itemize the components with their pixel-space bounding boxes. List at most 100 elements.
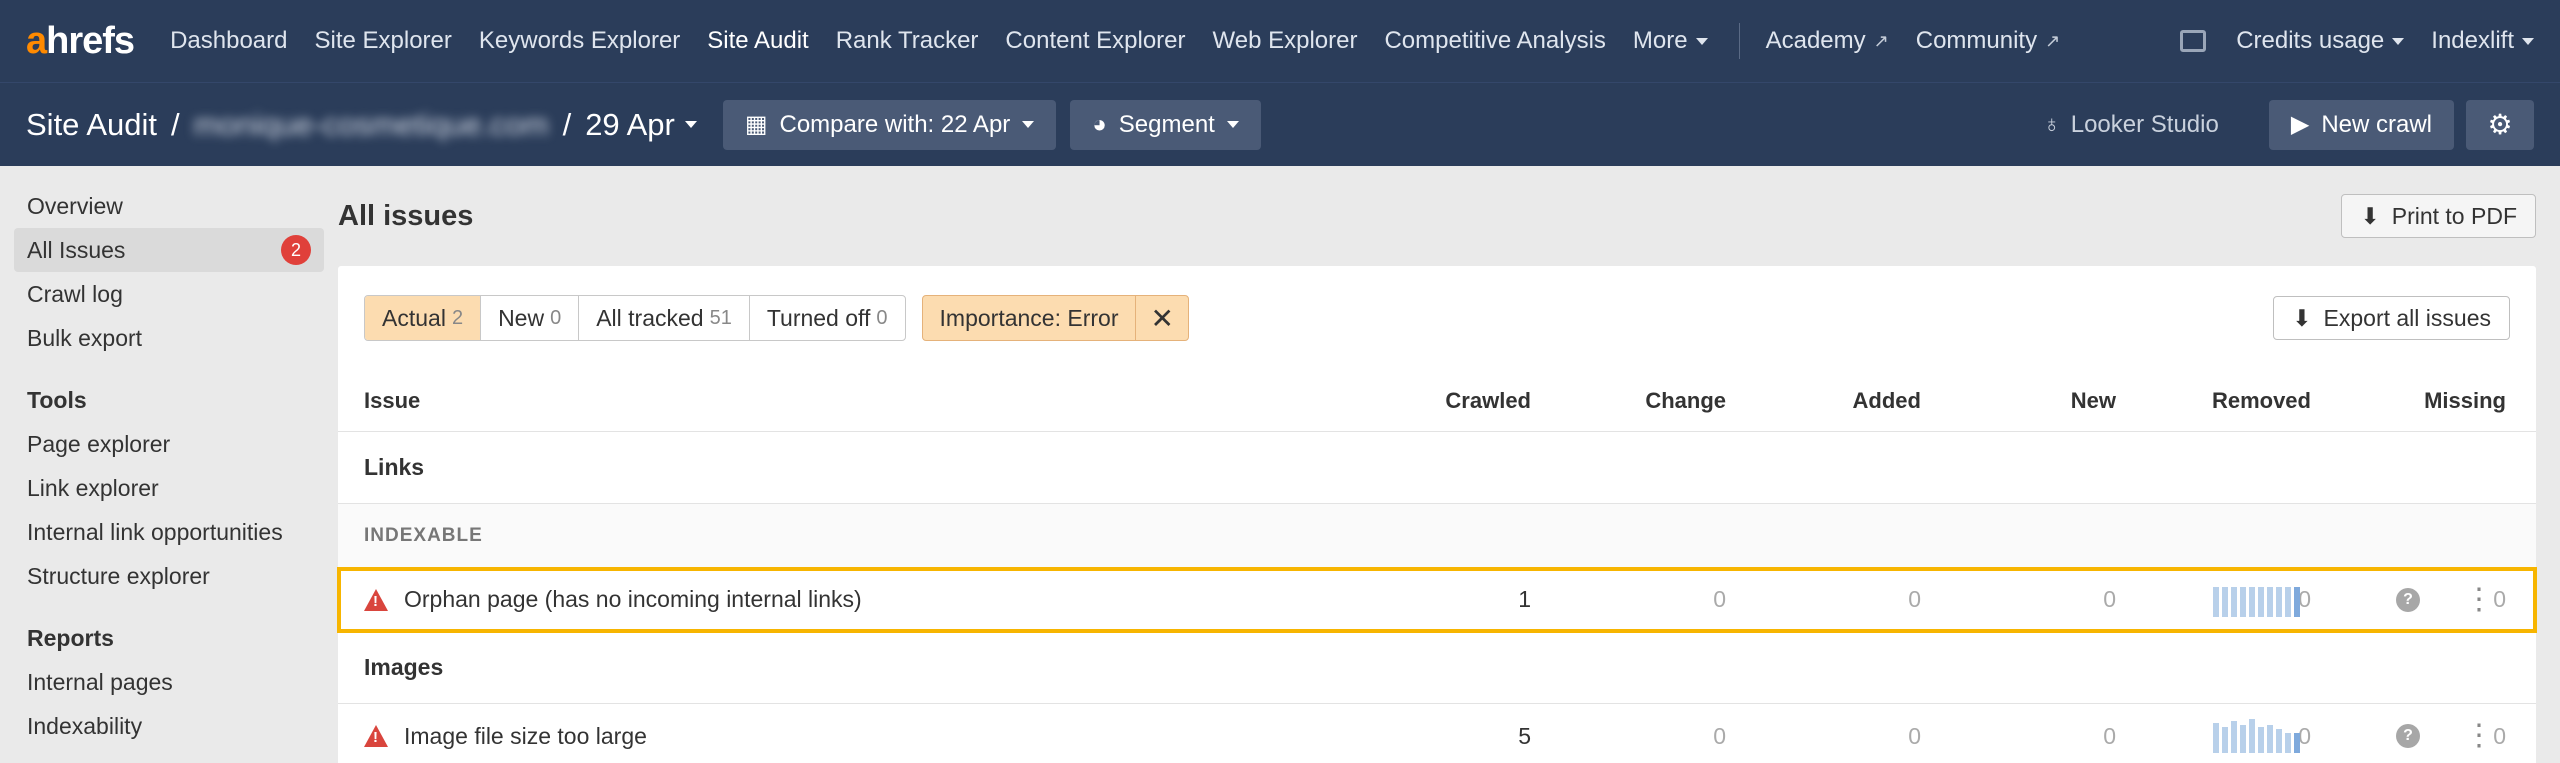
print-to-pdf-label: Print to PDF	[2391, 202, 2517, 229]
sidebar-item-overview[interactable]: Overview	[14, 184, 324, 228]
added-value: 0	[1908, 722, 1921, 749]
play-icon: ▶	[2290, 111, 2310, 138]
sidebar-item-crawl-log[interactable]: Crawl log	[14, 272, 324, 316]
nav-rank-tracker[interactable]: Rank Tracker	[836, 27, 979, 55]
crawled-value[interactable]: 5	[1178, 723, 1531, 750]
nav-content-explorer[interactable]: Content Explorer	[1005, 27, 1185, 55]
sidebar-item-label: Link explorer	[27, 474, 159, 501]
close-icon[interactable]: ✕	[1135, 296, 1187, 340]
sidebar-item-internal-link-opportunities[interactable]: Internal link opportunities	[14, 510, 324, 554]
sidebar: Overview All Issues 2 Crawl log Bulk expo…	[0, 166, 338, 763]
breadcrumb-separator: /	[170, 106, 180, 142]
top-nav: ahrefs Dashboard Site Explorer Keywords …	[0, 0, 2560, 82]
help-icon[interactable]: ?	[2396, 724, 2420, 748]
filter-count: 0	[876, 306, 888, 329]
more-options-icon[interactable]: ⋮	[2464, 584, 2494, 615]
issue-cell: Orphan page (has no incoming internal li…	[338, 586, 1178, 613]
filter-count: 2	[451, 306, 464, 329]
new-value: 0	[2103, 586, 2116, 612]
nav-academy[interactable]: Academy ↗	[1766, 27, 1889, 55]
column-crawled[interactable]: Crawled	[1178, 388, 1531, 414]
nav-dashboard[interactable]: Dashboard	[170, 27, 287, 55]
nav-keywords-explorer[interactable]: Keywords Explorer	[479, 27, 680, 55]
breadcrumb-site-audit[interactable]: Site Audit	[26, 107, 157, 143]
compare-with-button[interactable]: ▦ Compare with: 22 Apr	[722, 99, 1057, 150]
new-value: 0	[2103, 722, 2116, 749]
filter-all-tracked[interactable]: All tracked 51	[579, 296, 750, 340]
issue-count-badge: 2	[281, 235, 311, 265]
settings-button[interactable]: ⚙	[2466, 99, 2534, 150]
table-row[interactable]: Image file size too large 5 0 0 0 0 0 ? …	[338, 704, 2536, 763]
filter-count: 0	[550, 306, 562, 329]
issue-name[interactable]: Image file size too large	[404, 723, 647, 750]
crawled-value[interactable]: 1	[1178, 586, 1531, 613]
filter-bar: Actual 2 New 0 All tracked 51 Turned off 0 I…	[338, 266, 2536, 370]
filter-turned-off[interactable]: Turned off 0	[750, 296, 905, 340]
looker-studio-label: Looker Studio	[2070, 110, 2219, 138]
sidebar-item-label: Structure explorer	[27, 562, 210, 589]
column-change[interactable]: Change	[1531, 388, 1726, 414]
error-icon	[364, 725, 388, 747]
filter-actual[interactable]: Actual 2	[365, 296, 482, 340]
nav-more[interactable]: More	[1633, 27, 1708, 55]
section-links: Links	[338, 432, 2536, 504]
error-icon	[364, 588, 388, 611]
sidebar-item-indexability[interactable]: Indexability	[14, 704, 324, 748]
column-added[interactable]: Added	[1726, 388, 1921, 414]
looker-studio-button[interactable]: ♁ Looker Studio	[2043, 111, 2219, 139]
sidebar-item-bulk-export[interactable]: Bulk export	[14, 316, 324, 360]
more-options-icon[interactable]: ⋮	[2464, 721, 2494, 751]
nav-web-explorer[interactable]: Web Explorer	[1213, 27, 1358, 55]
added-value: 0	[1908, 586, 1921, 612]
section-images: Images	[338, 632, 2536, 704]
issue-cell: Image file size too large	[338, 723, 1178, 750]
sidebar-item-label: Crawl log	[27, 280, 123, 307]
nav-divider	[1738, 23, 1740, 59]
nav-community[interactable]: Community ↗	[1916, 27, 2060, 55]
sidebar-item-page-explorer[interactable]: Page explorer	[14, 422, 324, 466]
ahrefs-logo[interactable]: ahrefs	[26, 20, 135, 63]
chevron-down-icon	[2522, 37, 2534, 45]
sidebar-item-all-issues[interactable]: All Issues 2	[14, 228, 324, 272]
column-removed[interactable]: Removed	[2116, 388, 2311, 414]
sidebar-item-link-explorer[interactable]: Link explorer	[14, 466, 324, 510]
importance-filter-label[interactable]: Importance: Error	[923, 296, 1136, 340]
sidebar-item-internal-pages[interactable]: Internal pages	[14, 660, 324, 704]
column-issue[interactable]: Issue	[338, 388, 1178, 414]
nav-more-label: More	[1632, 27, 1688, 54]
chevron-down-icon	[1226, 121, 1239, 128]
compare-with-label: Compare with: 22 Apr	[779, 110, 1011, 138]
column-missing[interactable]: Missing	[2311, 388, 2506, 414]
credits-usage-label: Credits usage	[2236, 27, 2385, 54]
help-icon[interactable]: ?	[2396, 587, 2420, 612]
credits-usage-menu[interactable]: Credits usage	[2236, 27, 2405, 55]
filter-label: New	[498, 304, 545, 331]
breadcrumb: Site Audit / monique-cosmetique.com / 29…	[26, 107, 697, 143]
nav-competitive-analysis[interactable]: Competitive Analysis	[1384, 27, 1605, 55]
new-crawl-button[interactable]: ▶ New crawl	[2268, 99, 2454, 150]
gear-icon: ⚙	[2487, 109, 2513, 140]
sub-header: Site Audit / monique-cosmetique.com / 29…	[0, 82, 2560, 166]
crawl-date-label: 29 Apr	[585, 106, 675, 142]
monitor-icon[interactable]	[2180, 30, 2207, 52]
filter-new[interactable]: New 0	[481, 296, 580, 340]
table-row[interactable]: Orphan page (has no incoming internal li…	[337, 567, 2537, 633]
print-to-pdf-button[interactable]: ⬇ Print to PDF	[2341, 194, 2536, 238]
issue-name[interactable]: Orphan page (has no incoming internal li…	[404, 586, 862, 613]
sidebar-item-label: Overview	[27, 192, 123, 219]
nav-site-explorer[interactable]: Site Explorer	[314, 27, 451, 55]
column-new[interactable]: New	[1921, 388, 2116, 414]
nav-site-audit[interactable]: Site Audit	[707, 27, 808, 55]
main-content: All issues ⬇ Print to PDF Actual 2 New 0 A…	[337, 166, 2560, 763]
crawl-date-dropdown[interactable]: 29 Apr	[585, 107, 697, 143]
change-value: 0	[1713, 722, 1726, 749]
filter-label: Actual	[382, 304, 446, 331]
external-link-icon: ↗	[1873, 30, 1889, 51]
table-header: Issue Crawled Change Added New Removed M…	[338, 370, 2536, 432]
account-menu[interactable]: Indexlift	[2431, 27, 2534, 55]
export-all-issues-button[interactable]: ⬇ Export all issues	[2273, 296, 2510, 340]
sidebar-item-structure-explorer[interactable]: Structure explorer	[14, 554, 324, 598]
segment-button[interactable]: ◕ Segment	[1070, 99, 1261, 150]
sidebar-item-label: Bulk export	[27, 324, 143, 351]
breadcrumb-domain[interactable]: monique-cosmetique.com	[194, 107, 549, 143]
